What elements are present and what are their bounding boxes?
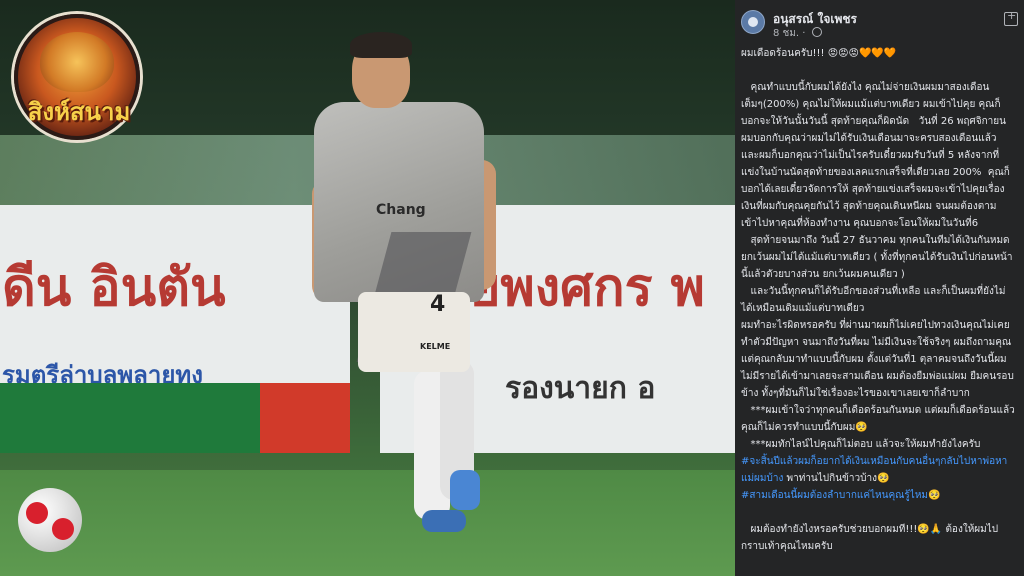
banner-right-subtext: รองนายก อ: [505, 371, 656, 406]
player-hair: [350, 32, 412, 58]
post-paragraph: #สามเดือนนี้ผมต้องลำบากแค่ไหนคุณรู้ไหม🥺: [741, 487, 1017, 504]
save-post-icon[interactable]: [1004, 9, 1018, 26]
lion-icon: [40, 32, 114, 92]
ball-patch: [52, 518, 74, 540]
football: [18, 488, 82, 552]
banner-left-text: ดีน อินตัน: [2, 258, 226, 318]
ball-patch: [26, 502, 48, 524]
player-boot: [450, 470, 480, 510]
hashtag-tail: พาท่านไปกินข้าวบ้าง🥺: [783, 473, 890, 484]
globe-icon: [811, 27, 822, 37]
post-paragraph: ผมเดือดร้อนครับ!!! 😡😡😡🧡🧡🧡: [741, 48, 897, 59]
banner-stripe-green: [0, 383, 260, 453]
post-paragraph: #จะสิ้นปีแล้วผมก็อยากได้เงินเหมือนกับคนอ…: [741, 453, 1017, 487]
meta-separator: ·: [802, 28, 806, 39]
shorts-brand: KELME: [420, 342, 451, 351]
logo-wordmark: สิงห์สนาม: [27, 98, 131, 126]
post-closing: ผมต้องทำยังไงหรอครับช่วยบอกผมที!!!🥺🙏 ต้อ…: [741, 524, 999, 552]
author-avatar[interactable]: [741, 10, 765, 34]
shirt-number: 4: [430, 292, 446, 317]
post-paragraph: ***ผมเข้าใจว่าทุกคนก็เดือดร้อนกันหมด แต่…: [741, 405, 1015, 433]
player-boot: [422, 510, 466, 532]
post-paragraph: ***ผมทักไลน์ไปคุณก็ไม่ตอบ แล้วจะให้ผมทำย…: [741, 439, 981, 450]
sponsor-banner-left: ดีน อินตัน รมตรีล่าบลพลายทง: [0, 205, 350, 453]
post-header: อนุสรณ์ ใจเพชร 8 ชม. ·: [741, 9, 1018, 44]
hashtag-link[interactable]: #สามเดือนนี้ผมต้องลำบากแค่ไหนคุณรู้ไหม: [741, 490, 928, 501]
player-shirt: Chang: [314, 102, 484, 362]
hashtag-tail: 🥺: [928, 490, 941, 501]
post-paragraph: และวันนี้ทุกคนก็ได้รับอีกของส่วนที่เหลือ…: [741, 286, 1006, 314]
football-player: Chang KELME 4: [310, 30, 510, 540]
post-paragraph: คุณทำแบบนี้กับผมได้ยังไง คุณไม่จ่ายเงินผ…: [741, 82, 1010, 229]
shirt-sponsor: Chang: [376, 202, 426, 218]
post-time[interactable]: 8 ชม.: [773, 28, 799, 39]
social-post: อนุสรณ์ ใจเพชร 8 ชม. · ผมเดือดร้อนครับ!!…: [735, 0, 1024, 576]
post-paragraph: ผมทำอะไรผิดหรอครับ ที่ผ่านมาผมก็ไม่เคยไป…: [741, 320, 1015, 399]
player-photo: ดีน อินตัน รมตรีล่าบลพลายทง ยพงศกร พ รอง…: [0, 0, 735, 576]
channel-logo: สิงห์สนาม: [14, 14, 140, 140]
post-body: ผมเดือดร้อนครับ!!! 😡😡😡🧡🧡🧡 คุณทำแบบนี้กับ…: [741, 45, 1017, 555]
post-meta: 8 ชม. ·: [773, 26, 822, 41]
post-paragraph: สุดท้ายจนมาถึง วันนี้ 27 ธันวาคม ทุกคนใน…: [741, 235, 1013, 280]
screen: ดีน อินตัน รมตรีล่าบลพลายทง ยพงศกร พ รอง…: [0, 0, 1024, 576]
player-shorts: KELME: [358, 292, 470, 372]
